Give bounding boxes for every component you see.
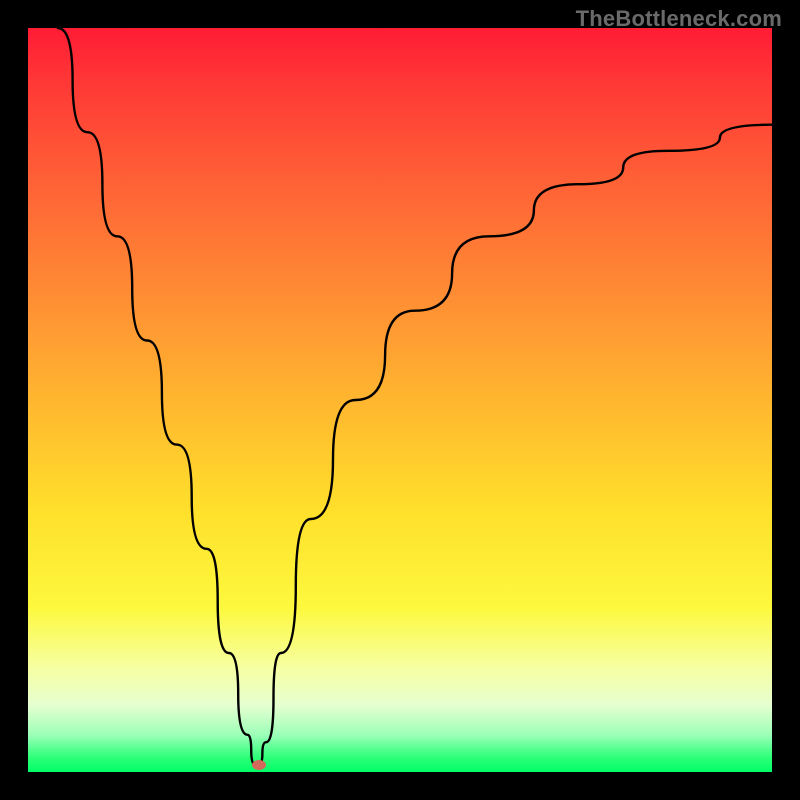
curve-layer [28,28,772,772]
plot-area [28,28,772,772]
minimum-marker [252,760,266,770]
bottleneck-curve [58,28,772,765]
watermark-text: TheBottleneck.com [576,6,782,32]
